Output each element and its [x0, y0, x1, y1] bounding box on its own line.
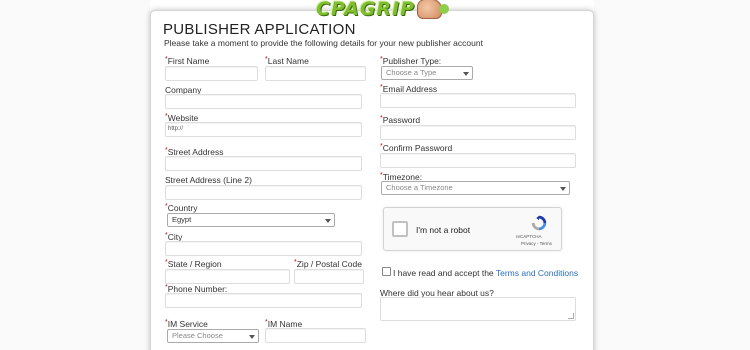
- recaptcha-widget: I'm not a robot reCAPTCHA Privacy - Term…: [383, 207, 562, 251]
- im-service-label: *IM Service: [165, 319, 208, 329]
- page-background-right: [594, 0, 750, 350]
- recaptcha-label: I'm not a robot: [416, 225, 471, 235]
- timezone-select[interactable]: Choose a Timezone: [381, 181, 570, 195]
- country-select[interactable]: Egypt: [167, 213, 335, 227]
- publisher-type-label: *Publisher Type:: [380, 56, 442, 66]
- email-field[interactable]: [380, 93, 576, 108]
- state-label: *State / Region: [165, 259, 222, 269]
- terms-prefix: I have read and accept the: [393, 268, 496, 278]
- page-subtitle: Please take a moment to provide the foll…: [164, 38, 483, 48]
- state-field[interactable]: [165, 269, 290, 284]
- fist-icon: [417, 0, 449, 19]
- confirm-password-field[interactable]: [380, 153, 576, 168]
- terms-text: I have read and accept the Terms and Con…: [393, 268, 578, 278]
- im-service-select-value: Please Choose: [172, 331, 223, 340]
- logo-text: CPAGRIP: [316, 0, 416, 20]
- country-label: *Country: [165, 203, 198, 213]
- zip-field[interactable]: [294, 269, 364, 284]
- recaptcha-brand: reCAPTCHA: [516, 234, 542, 239]
- city-field[interactable]: [165, 241, 362, 256]
- chevron-down-icon: [249, 335, 255, 339]
- website-field[interactable]: http://: [165, 122, 362, 137]
- chevron-down-icon: [325, 219, 331, 223]
- page-background-left: [0, 0, 150, 350]
- zip-label: *Zip / Postal Code: [294, 259, 362, 269]
- last-name-field[interactable]: [265, 66, 366, 81]
- publisher-type-select[interactable]: Choose a Type: [381, 66, 473, 80]
- street-address-2-label: Street Address (Line 2): [165, 175, 252, 185]
- first-name-label: *First Name: [165, 56, 210, 66]
- chevron-down-icon: [560, 187, 566, 191]
- recaptcha-icon: [531, 215, 547, 231]
- terms-link[interactable]: Terms and Conditions: [496, 268, 578, 278]
- recaptcha-links[interactable]: Privacy - Terms: [521, 241, 552, 246]
- recaptcha-checkbox[interactable]: [392, 221, 408, 237]
- country-select-value: Egypt: [172, 215, 192, 224]
- publisher-type-select-value: Choose a Type: [386, 68, 437, 77]
- page-title: PUBLISHER APPLICATION: [163, 21, 356, 38]
- heard-about-textarea[interactable]: [380, 297, 576, 321]
- phone-field[interactable]: [165, 293, 362, 308]
- im-service-select[interactable]: Please Choose: [167, 329, 259, 343]
- password-label: *Password: [380, 115, 421, 125]
- street-address-2-field[interactable]: [165, 185, 362, 200]
- timezone-select-value: Choose a Timezone: [386, 183, 453, 192]
- confirm-password-label: *Confirm Password: [380, 143, 453, 153]
- company-field[interactable]: [165, 94, 362, 109]
- terms-checkbox[interactable]: [382, 267, 391, 276]
- im-name-field[interactable]: [265, 328, 366, 343]
- street-address-field[interactable]: [165, 156, 362, 171]
- first-name-field[interactable]: [165, 66, 258, 81]
- cpagrip-logo: CPAGRIP: [316, 0, 449, 22]
- chevron-down-icon: [463, 72, 469, 76]
- password-field[interactable]: [380, 125, 576, 140]
- last-name-label: *Last Name: [265, 56, 309, 66]
